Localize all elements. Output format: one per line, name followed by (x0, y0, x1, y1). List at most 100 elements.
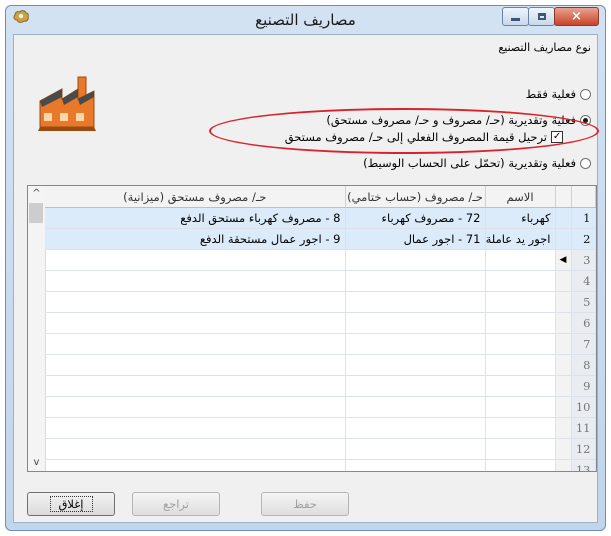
cell-accrued-account[interactable] (45, 354, 346, 376)
cell-expense-account[interactable] (345, 333, 486, 355)
cell-expense-account[interactable] (345, 438, 486, 460)
table-row[interactable]: 2 اجور يد عاملة 71 - اجور عمال 9 - اجور عما… (45, 228, 596, 250)
actual-and-estimated-radio[interactable] (580, 114, 591, 126)
cell-expense-account[interactable]: 71 - اجور عمال (345, 228, 486, 250)
row-number: 13 (571, 459, 596, 471)
cell-accrued-account[interactable] (45, 312, 346, 334)
cell-expense-account[interactable] (345, 375, 486, 397)
cell-accrued-account[interactable] (45, 375, 346, 397)
table-row[interactable]: 12 (45, 438, 596, 460)
row-indicator[interactable] (555, 312, 572, 334)
save-button[interactable]: حفظ (261, 492, 349, 516)
post-actual-checkbox[interactable]: ✓ (551, 131, 563, 143)
scroll-up-icon[interactable]: ^ (28, 186, 45, 202)
cell-name[interactable]: كهرباء (485, 207, 556, 229)
cell-name[interactable] (485, 396, 556, 418)
table-row[interactable]: 3 ◀ (45, 249, 596, 271)
intermediate-radio[interactable] (580, 157, 591, 169)
cell-expense-account[interactable] (345, 291, 486, 313)
scroll-thumb[interactable] (29, 203, 43, 223)
row-indicator[interactable] (555, 291, 572, 313)
cell-name[interactable] (485, 249, 556, 271)
row-indicator[interactable] (555, 228, 572, 250)
row-indicator[interactable] (555, 396, 572, 418)
table-row[interactable]: 7 (45, 333, 596, 355)
scroll-down-icon[interactable]: v (28, 455, 45, 471)
minimize-button[interactable] (502, 7, 529, 26)
cell-accrued-account[interactable] (45, 333, 346, 355)
row-number: 10 (571, 396, 596, 418)
option-actual-and-estimated[interactable]: فعلية وتقديرية (حـ/ مصروف و حـ/ مصروف مس… (326, 113, 591, 127)
cell-name[interactable] (485, 312, 556, 334)
cell-name[interactable] (485, 417, 556, 439)
close-button[interactable]: إغلاق (27, 492, 115, 516)
cell-name[interactable] (485, 459, 556, 471)
cell-accrued-account[interactable] (45, 270, 346, 292)
cell-accrued-account[interactable] (45, 417, 346, 439)
table-row[interactable]: 9 (45, 375, 596, 397)
row-number: 11 (571, 417, 596, 439)
actual-only-label: فعلية فقط (525, 87, 576, 101)
cell-expense-account[interactable]: 72 - مصروف كهرباء (345, 207, 486, 229)
column-header-name[interactable]: الاسم (485, 186, 556, 208)
cell-accrued-account[interactable]: 8 - مصروف كهرباء مستحق الدفع (45, 207, 346, 229)
cell-name[interactable] (485, 270, 556, 292)
table-row[interactable]: 11 (45, 417, 596, 439)
cell-accrued-account[interactable]: 9 - اجور عمال مستحقة الدفع (45, 228, 346, 250)
row-indicator[interactable] (555, 438, 572, 460)
cell-name[interactable] (485, 375, 556, 397)
table-row[interactable]: 1 كهرباء 72 - مصروف كهرباء 8 - مصروف كهرباء… (45, 207, 596, 229)
row-indicator[interactable] (555, 333, 572, 355)
option-actual-only[interactable]: فعلية فقط (526, 87, 591, 101)
row-indicator[interactable] (555, 417, 572, 439)
cell-expense-account[interactable] (345, 270, 486, 292)
cell-name[interactable] (485, 438, 556, 460)
undo-button[interactable]: تراجع (132, 492, 220, 516)
row-indicator[interactable] (555, 354, 572, 376)
table-row[interactable]: 4 (45, 270, 596, 292)
row-number: 3 (571, 249, 596, 271)
row-indicator[interactable] (555, 270, 572, 292)
cell-expense-account[interactable] (345, 354, 486, 376)
row-number: 2 (571, 228, 596, 250)
actual-and-estimated-label: فعلية وتقديرية (حـ/ مصروف و حـ/ مصروف مس… (326, 113, 576, 127)
maximize-button[interactable] (528, 7, 555, 26)
cell-expense-account[interactable] (345, 459, 486, 471)
row-indicator[interactable] (555, 207, 572, 229)
cell-name[interactable] (485, 354, 556, 376)
table-row[interactable]: 10 (45, 396, 596, 418)
cell-accrued-account[interactable] (45, 459, 346, 471)
row-indicator[interactable] (555, 375, 572, 397)
expense-type-label: نوع مصاريف التصنيع (498, 41, 591, 54)
cell-accrued-account[interactable] (45, 291, 346, 313)
title-bar[interactable]: مصاريف التصنيع × (6, 6, 605, 32)
cell-name[interactable] (485, 333, 556, 355)
row-indicator[interactable]: ◀ (555, 249, 572, 271)
option-post-actual[interactable]: ✓ ترحيل قيمة المصروف الفعلي إلى حـ/ مصرو… (285, 130, 563, 144)
table-row[interactable]: 13 (45, 459, 596, 471)
expenses-table: الاسم حـ/ مصروف (حساب ختامي) حـ/ مصروف م… (45, 186, 596, 471)
cell-name[interactable] (485, 291, 556, 313)
table-header: الاسم حـ/ مصروف (حساب ختامي) حـ/ مصروف م… (45, 186, 596, 208)
cell-expense-account[interactable] (345, 312, 486, 334)
actual-only-radio[interactable] (580, 88, 591, 100)
table-row[interactable]: 5 (45, 291, 596, 313)
vertical-scrollbar[interactable]: ^ v (28, 186, 46, 471)
save-button-label: حفظ (293, 497, 317, 511)
close-window-button[interactable]: × (554, 7, 599, 26)
cell-accrued-account[interactable] (45, 249, 346, 271)
cell-name[interactable]: اجور يد عاملة (485, 228, 556, 250)
cell-expense-account[interactable] (345, 396, 486, 418)
table-row[interactable]: 8 (45, 354, 596, 376)
cell-expense-account[interactable] (345, 417, 486, 439)
option-actual-estimated-intermediate[interactable]: فعلية وتقديرية (تحمّل على الحساب الوسيط) (363, 156, 591, 170)
cell-accrued-account[interactable] (45, 438, 346, 460)
column-header-expense[interactable]: حـ/ مصروف (حساب ختامي) (345, 186, 486, 208)
row-indicator[interactable] (555, 459, 572, 471)
window-controls: × (502, 7, 599, 26)
cell-accrued-account[interactable] (45, 396, 346, 418)
table-row[interactable]: 6 (45, 312, 596, 334)
cell-expense-account[interactable] (345, 249, 486, 271)
close-icon: × (571, 9, 582, 24)
column-header-accrued[interactable]: حـ/ مصروف مستحق (ميزانية) (45, 186, 346, 208)
